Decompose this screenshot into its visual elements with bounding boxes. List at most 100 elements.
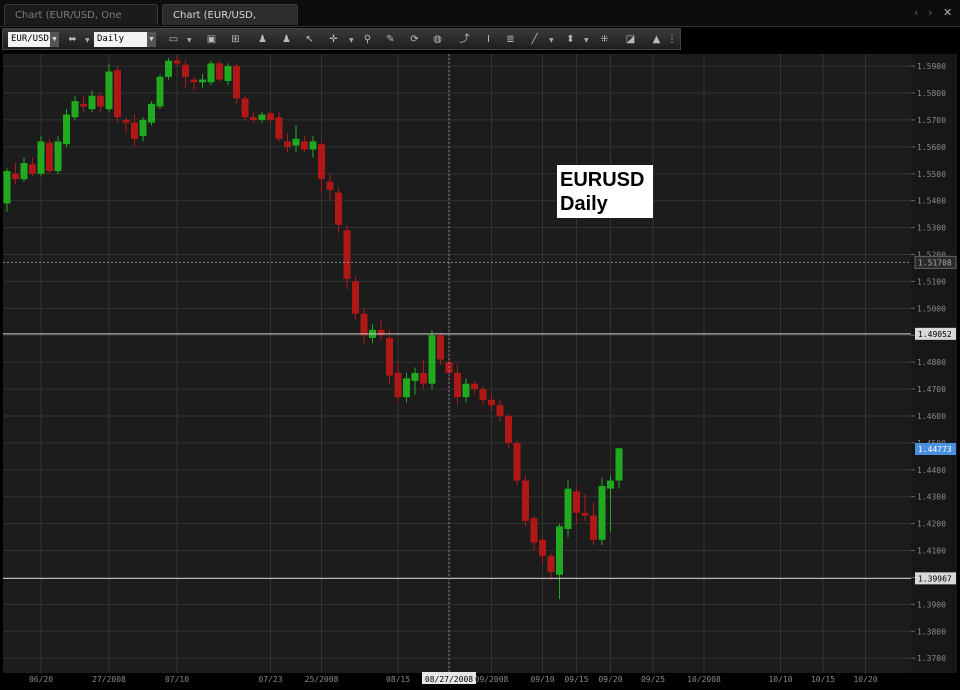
price-tick-label: 1.5900 (917, 62, 946, 71)
timeframe-select[interactable]: Daily ▼ (94, 32, 156, 47)
signal-icon[interactable]: ⬍ (563, 32, 578, 47)
time-tick-label: 10/15 (811, 675, 835, 684)
candle-down (326, 181, 334, 190)
chevron-down-icon[interactable]: ▼ (187, 37, 192, 44)
candle-up (54, 141, 62, 172)
trader-icon[interactable]: ♟ (255, 32, 270, 47)
candle-up (156, 76, 164, 107)
candle-down (437, 335, 444, 360)
price-tick-label: 1.4400 (917, 466, 946, 475)
chart-mode-icon[interactable]: ▭ (166, 32, 181, 47)
candle-up (607, 480, 614, 489)
candle-up (37, 141, 45, 174)
price-tick-label: 1.4800 (917, 358, 946, 367)
symbol-select[interactable]: EUR/USD ▼ (8, 32, 59, 47)
refresh-icon[interactable]: ⟳ (407, 32, 422, 47)
chevron-down-icon[interactable]: ▼ (349, 37, 354, 44)
period-icon[interactable]: Ⅰ (481, 32, 496, 47)
tab-bar: Chart (EUR/USD, One minute) Chart (EUR/U… (0, 0, 960, 42)
candle-down (122, 119, 130, 123)
time-tick-label: 27/2008 (92, 675, 126, 684)
chart-type-icon[interactable]: ⬌ (65, 32, 80, 47)
candle-down (275, 117, 283, 139)
time-tick-label: 09/2008 (475, 675, 509, 684)
indicator-icon[interactable]: ≣ (503, 32, 518, 47)
candle-down (46, 142, 53, 172)
candle-up (139, 119, 147, 137)
properties-icon[interactable]: ⁜ (597, 32, 612, 47)
globe-icon[interactable]: ◍ (430, 32, 445, 47)
more-icon[interactable]: ⋮ (667, 32, 677, 47)
candle-down (284, 141, 291, 147)
candle-up (207, 63, 215, 83)
price-tick-label: 1.5300 (917, 224, 946, 233)
candle-up (20, 162, 28, 180)
candle-down (267, 113, 274, 120)
chart-toolbar: EUR/USD ▼ ⬌ ▼ Daily ▼ ▭ ▼ ▣ ⊞ ♟ ♟ ↖ ✛ ▼ … (2, 28, 681, 50)
time-tick-label: 06/20 (29, 675, 53, 684)
trash-icon[interactable]: ▲ (649, 32, 664, 47)
price-tick-label: 1.4700 (917, 385, 946, 394)
close-icon[interactable]: ✕ (943, 6, 952, 19)
time-tick-label: 08/15 (386, 675, 410, 684)
note-icon[interactable]: ✎ (383, 32, 398, 47)
chevron-down-icon[interactable]: ▼ (584, 37, 589, 44)
candle-up (3, 171, 11, 204)
cursor-icon[interactable]: ↖ (302, 32, 317, 47)
chevron-down-icon: ▼ (50, 32, 59, 47)
timeframe-value: Daily (97, 34, 125, 44)
candle-up (63, 114, 70, 145)
magnet-icon[interactable]: ⚲ (360, 32, 375, 47)
time-tick-label: 07/10 (165, 675, 189, 684)
candle-down (250, 117, 257, 120)
template-icon[interactable]: ⊞ (228, 32, 243, 47)
time-tick-label: 09/25 (641, 675, 665, 684)
time-tick-label: 09/10 (530, 675, 554, 684)
candle-down (29, 164, 36, 174)
candle-down (233, 66, 240, 99)
next-tab-icon[interactable]: › (928, 6, 932, 19)
tab-chart-one-minute[interactable]: Chart (EUR/USD, One minute) (4, 4, 158, 42)
price-tick-label: 1.5400 (917, 197, 946, 206)
price-tick-label: 1.4300 (917, 493, 946, 502)
candle-up (71, 101, 79, 118)
candle-up (598, 485, 606, 540)
tab-chart-daily[interactable]: Chart (EUR/USD, Daily) (162, 4, 298, 42)
chevron-down-icon[interactable]: ▼ (85, 37, 90, 44)
pencil-icon[interactable]: ╱ (527, 32, 542, 47)
price-tick-label: 1.3900 (917, 600, 946, 609)
candle-up (105, 71, 113, 110)
eraser-icon[interactable]: ◪ (623, 32, 638, 47)
time-tick-label: 25/2008 (305, 675, 339, 684)
candle-up (165, 60, 172, 77)
candle-down (394, 372, 402, 398)
time-tick-label: 10/20 (853, 675, 877, 684)
profile-icon[interactable]: ♟ (279, 32, 294, 47)
time-tick-label: 09/20 (598, 675, 622, 684)
chevron-down-icon[interactable]: ▼ (549, 37, 554, 44)
price-chart[interactable]: 1.5900 1.5800 1.5700 1.5600 1.5500 1.5400 1.53… (0, 51, 960, 690)
price-tick-label: 1.3800 (917, 627, 946, 636)
zoom-icon[interactable]: ▣ (204, 32, 219, 47)
candle-up (403, 378, 410, 398)
prev-tab-icon[interactable]: ‹ (914, 6, 918, 19)
candle-down (318, 144, 325, 180)
candle-up (258, 114, 266, 120)
candle-down (530, 518, 538, 543)
time-tick-label: 10/10 (768, 675, 792, 684)
price-tick-label: 1.5100 (917, 277, 946, 286)
candle-up (428, 335, 436, 384)
chart-title-line-2: Daily (560, 193, 609, 215)
candle-down (335, 192, 342, 225)
candle-up (615, 448, 623, 481)
time-tick-label: 10/2008 (687, 675, 721, 684)
candle-down (241, 98, 249, 118)
candle-down (80, 103, 87, 107)
candle-up (88, 95, 96, 110)
candle-down (131, 122, 138, 139)
trend-icon[interactable]: ⤴ (457, 32, 472, 47)
crosshair-icon[interactable]: ✛ (326, 32, 341, 47)
chevron-down-icon: ▼ (147, 32, 156, 47)
price-marker-label: 1.49052 (918, 330, 952, 339)
candle-down (190, 79, 198, 83)
